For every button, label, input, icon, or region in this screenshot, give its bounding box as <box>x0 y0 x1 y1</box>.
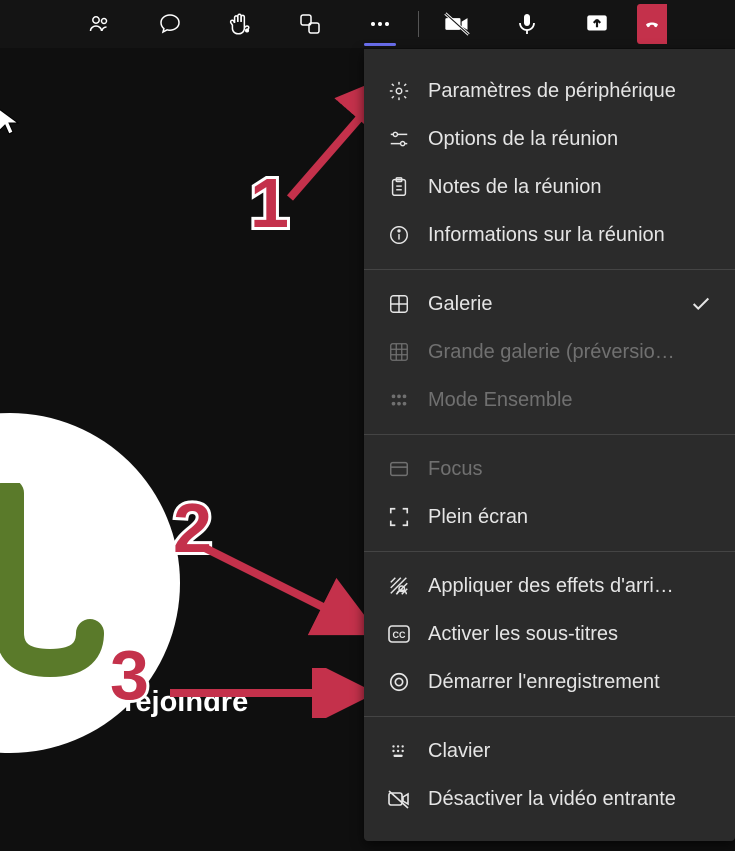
menu-fullscreen[interactable]: Plein écran <box>364 493 735 541</box>
toolbar-divider <box>418 11 419 37</box>
effects-icon <box>386 573 412 599</box>
keyboard-icon <box>386 738 412 764</box>
menu-separator <box>364 716 735 717</box>
svg-text:CC: CC <box>393 630 406 640</box>
leave-button[interactable] <box>637 4 667 44</box>
notes-icon <box>386 174 412 200</box>
cursor-icon <box>0 108 20 136</box>
menu-label: Appliquer des effets d'arri… <box>428 575 713 598</box>
sliders-icon <box>386 126 412 152</box>
gallery-icon <box>386 291 412 317</box>
menu-label: Options de la réunion <box>428 128 713 151</box>
focus-icon <box>386 456 412 482</box>
share-button[interactable] <box>577 4 617 44</box>
menu-label: Focus <box>428 458 713 481</box>
raise-hand-button[interactable] <box>220 4 260 44</box>
menu-meeting-notes[interactable]: Notes de la réunion <box>364 163 735 211</box>
chat-button[interactable] <box>150 4 190 44</box>
menu-background-effects[interactable]: Appliquer des effets d'arri… <box>364 562 735 610</box>
annotation-3: 3 <box>110 635 149 715</box>
menu-label: Galerie <box>428 293 689 316</box>
meeting-toolbar <box>0 0 735 48</box>
menu-device-settings[interactable]: Paramètres de périphérique <box>364 67 735 115</box>
camera-toggle-button[interactable] <box>437 4 477 44</box>
menu-label: Grande galerie (préversio… <box>428 341 713 364</box>
more-actions-menu: Paramètres de périphérique Options de la… <box>364 49 735 841</box>
menu-start-recording[interactable]: Démarrer l'enregistrement <box>364 658 735 706</box>
menu-label: Notes de la réunion <box>428 176 713 199</box>
menu-together-mode: Mode Ensemble <box>364 376 735 424</box>
menu-meeting-options[interactable]: Options de la réunion <box>364 115 735 163</box>
menu-label: Paramètres de périphérique <box>428 80 713 103</box>
menu-separator <box>364 434 735 435</box>
menu-captions[interactable]: CC Activer les sous-titres <box>364 610 735 658</box>
menu-separator <box>364 551 735 552</box>
menu-large-gallery: Grande galerie (préversio… <box>364 328 735 376</box>
rooms-button[interactable] <box>290 4 330 44</box>
large-gallery-icon <box>386 339 412 365</box>
together-icon <box>386 387 412 413</box>
menu-label: Démarrer l'enregistrement <box>428 671 713 694</box>
menu-label: Désactiver la vidéo entrante <box>428 788 713 811</box>
cc-icon: CC <box>386 621 412 647</box>
menu-meeting-info[interactable]: Informations sur la réunion <box>364 211 735 259</box>
fullscreen-icon <box>386 504 412 530</box>
record-icon <box>386 669 412 695</box>
video-off-icon <box>386 786 412 812</box>
menu-focus: Focus <box>364 445 735 493</box>
more-button[interactable] <box>360 4 400 44</box>
info-icon <box>386 222 412 248</box>
menu-gallery[interactable]: Galerie <box>364 280 735 328</box>
menu-label: Plein écran <box>428 506 713 529</box>
menu-label: Informations sur la réunion <box>428 224 713 247</box>
menu-label: Activer les sous-titres <box>428 623 713 646</box>
menu-label: Clavier <box>428 740 713 763</box>
arrow-2 <box>195 538 385 658</box>
mic-toggle-button[interactable] <box>507 4 547 44</box>
arrow-3 <box>160 668 380 718</box>
menu-label: Mode Ensemble <box>428 389 713 412</box>
menu-separator <box>364 269 735 270</box>
people-button[interactable] <box>80 4 120 44</box>
check-icon <box>689 293 713 315</box>
gear-icon <box>386 78 412 104</box>
more-active-indicator <box>364 43 396 46</box>
menu-keyboard[interactable]: Clavier <box>364 727 735 775</box>
menu-disable-incoming-video[interactable]: Désactiver la vidéo entrante <box>364 775 735 823</box>
